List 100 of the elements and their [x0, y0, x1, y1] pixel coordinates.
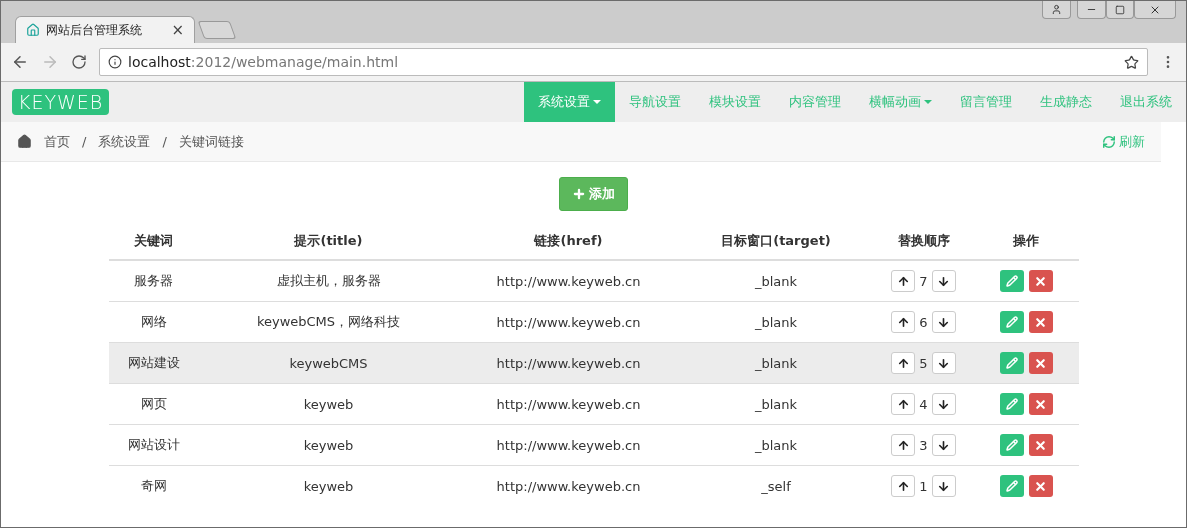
refresh-icon [1102, 134, 1116, 149]
pencil-icon [1005, 398, 1018, 410]
url-host: localhost [128, 54, 191, 70]
pencil-icon [1005, 480, 1018, 492]
breadcrumb-item: 关键词链接 [178, 132, 244, 151]
pencil-icon [1005, 316, 1018, 328]
move-up-button[interactable] [891, 270, 916, 292]
breadcrumb-separator: / [162, 134, 167, 149]
table-cell: 网页 [108, 383, 199, 425]
nav-item[interactable]: 内容管理 [775, 82, 855, 122]
move-down-button[interactable] [931, 352, 956, 374]
edit-button[interactable] [999, 270, 1024, 292]
table-cell: 虚拟主机，服务器 [198, 260, 459, 302]
breadcrumb-item[interactable]: 系统设置 [98, 132, 151, 151]
order-number: 4 [919, 396, 928, 412]
nav-item[interactable]: 留言管理 [946, 82, 1026, 122]
profile-button[interactable] [1042, 1, 1071, 19]
pencil-icon [1005, 275, 1018, 287]
edit-button[interactable] [999, 311, 1024, 333]
move-down-button[interactable] [931, 475, 956, 497]
table-cell: _blank [678, 260, 874, 302]
breadcrumb-item[interactable]: 首页 [44, 132, 70, 151]
table-cell: 服务器 [108, 260, 199, 302]
logo[interactable]: KEYWEB [12, 89, 110, 115]
nav-item[interactable]: 横幅动画 [855, 82, 946, 122]
up-arrow-icon [896, 397, 910, 411]
table-cell: http://www.keyweb.cn [458, 260, 679, 302]
move-up-button[interactable] [891, 475, 916, 497]
breadcrumb-separator: / [82, 134, 87, 149]
delete-button[interactable] [1028, 393, 1053, 415]
table-cell: 网站设计 [108, 424, 199, 466]
down-arrow-icon [937, 315, 951, 329]
move-down-button[interactable] [931, 311, 956, 333]
plus-icon [572, 187, 586, 201]
nav-item[interactable]: 模块设置 [695, 82, 775, 122]
nav-item[interactable]: 导航设置 [615, 82, 695, 122]
browser-tab[interactable]: 网站后台管理系统 × [15, 16, 195, 43]
delete-button[interactable] [1028, 352, 1053, 374]
refresh-link[interactable]: 刷新 [1102, 132, 1145, 151]
info-icon [108, 55, 122, 69]
delete-button[interactable] [1028, 434, 1053, 456]
back-icon[interactable] [11, 53, 29, 71]
nav-item[interactable]: 生成静态 [1026, 82, 1106, 122]
edit-button[interactable] [999, 352, 1024, 374]
move-up-button[interactable] [891, 352, 916, 374]
move-down-button[interactable] [931, 434, 956, 456]
up-arrow-icon [896, 438, 910, 452]
new-tab-button[interactable] [197, 21, 237, 39]
down-arrow-icon [937, 479, 951, 493]
url-path: :2012/webmanage/main.html [190, 54, 399, 70]
table-cell: _blank [678, 383, 874, 425]
table-cell: _blank [678, 342, 874, 384]
table-cell: http://www.keyweb.cn [458, 301, 679, 343]
edit-button[interactable] [999, 475, 1024, 497]
delete-button[interactable] [1028, 270, 1053, 292]
nav-item[interactable]: 系统设置 [524, 82, 615, 122]
order-number: 7 [919, 273, 928, 289]
up-arrow-icon [896, 479, 910, 493]
order-number: 6 [919, 314, 928, 330]
maximize-icon [1115, 4, 1125, 15]
down-arrow-icon [937, 397, 951, 411]
table-cell: _blank [678, 424, 874, 466]
add-button[interactable]: 添加 [559, 177, 628, 211]
move-up-button[interactable] [891, 393, 916, 415]
reload-icon[interactable] [71, 54, 87, 70]
table-cell: keywebCMS [198, 342, 459, 384]
up-arrow-icon [896, 356, 910, 370]
star-icon[interactable] [1124, 54, 1139, 70]
close-tab-button[interactable]: × [171, 21, 184, 39]
delete-button[interactable] [1028, 475, 1053, 497]
move-down-button[interactable] [931, 393, 956, 415]
address-bar[interactable]: localhost:2012/webmanage/main.html [99, 48, 1148, 76]
move-down-button[interactable] [931, 270, 956, 292]
pencil-icon [1005, 357, 1018, 369]
order-number: 1 [919, 478, 928, 494]
close-icon [1034, 479, 1047, 493]
move-up-button[interactable] [891, 311, 916, 333]
table-cell: keywebCMS，网络科技 [198, 301, 459, 343]
order-number: 3 [919, 437, 928, 453]
edit-button[interactable] [999, 434, 1024, 456]
close-icon [1034, 315, 1047, 329]
order-number: 5 [919, 355, 928, 371]
delete-button[interactable] [1028, 311, 1053, 333]
table-cell: _blank [678, 301, 874, 343]
nav-item[interactable]: 退出系统 [1106, 82, 1186, 122]
pencil-icon [1005, 439, 1018, 451]
maximize-button[interactable] [1106, 1, 1134, 19]
up-arrow-icon [896, 315, 910, 329]
down-arrow-icon [937, 274, 951, 288]
close-icon [1034, 397, 1047, 411]
edit-button[interactable] [999, 393, 1024, 415]
down-arrow-icon [937, 438, 951, 452]
table-cell: keyweb [198, 383, 459, 425]
tab-title: 网站后台管理系统 [46, 21, 143, 39]
table-cell: http://www.keyweb.cn [458, 424, 679, 466]
move-up-button[interactable] [891, 434, 916, 456]
close-icon [1034, 438, 1047, 452]
home-icon [17, 134, 32, 149]
table-cell: http://www.keyweb.cn [458, 383, 679, 425]
close-icon [1034, 356, 1047, 370]
